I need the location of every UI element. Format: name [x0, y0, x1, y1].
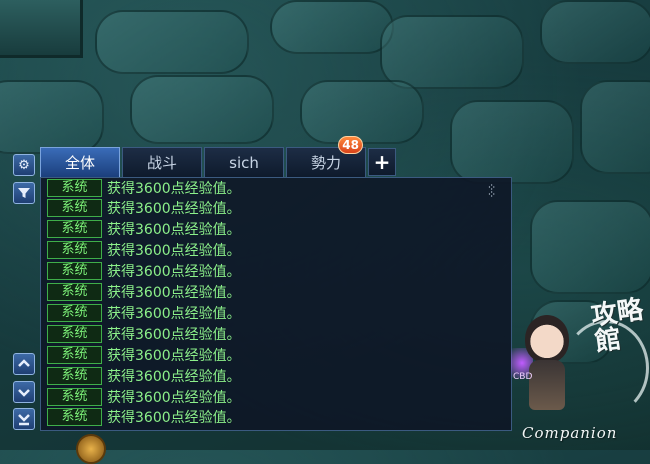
channel-tag[interactable]: 系统 [47, 178, 102, 197]
channel-tag[interactable]: 系统 [47, 220, 102, 239]
message-text: 获得3600点经验值。 [107, 180, 241, 197]
tab-all[interactable]: 全体 [40, 147, 120, 177]
channel-tag[interactable]: 系统 [47, 408, 102, 427]
floor-stone [130, 75, 274, 144]
channel-tag[interactable]: 系统 [47, 387, 102, 406]
tab-sich[interactable]: sich [204, 147, 284, 177]
channel-tag[interactable]: 系统 [47, 199, 102, 218]
channel-tag[interactable]: 系统 [47, 262, 102, 281]
chat-message-row: 系统 获得3600点经验值。 [47, 198, 241, 219]
chevron-down-icon [18, 389, 30, 397]
message-text: 获得3600点经验值。 [107, 201, 241, 218]
resize-grip-icon[interactable]: ⁘ ⁘ [487, 182, 501, 200]
message-text: 获得3600点经验值。 [107, 389, 241, 406]
tab-faction[interactable]: 勢力 48 [286, 136, 366, 177]
scroll-down-button[interactable] [13, 381, 35, 403]
floor-stone [530, 200, 650, 294]
floor-stone [300, 80, 424, 144]
message-text: 获得3600点经验值。 [107, 285, 241, 301]
chat-message-row: 系统 获得3600点经验值。 [47, 386, 241, 407]
floor-stone [450, 100, 574, 184]
chat-message-row: 系统 获得3600点经验值。 [47, 323, 241, 344]
channel-tag[interactable]: 系统 [47, 345, 102, 364]
message-text: 获得3600点经验值。 [107, 347, 241, 364]
stone-pillar [0, 0, 83, 58]
chat-tab-bar: 全体 战斗 sich 勢力 48 + [40, 136, 396, 177]
tab-combat[interactable]: 战斗 [122, 147, 202, 177]
message-text: 获得3600点经验值。 [107, 243, 241, 260]
message-text: 获得3600点经验值。 [107, 305, 241, 322]
scroll-to-bottom-button[interactable] [13, 408, 35, 430]
companion-watermark: CBD 攻略館 Companion [505, 295, 650, 450]
channel-tag[interactable]: 系统 [47, 366, 102, 385]
chat-message-row: 系统 获得3600点经验值。 [47, 302, 241, 323]
message-text: 获得3600点经验值。 [107, 326, 241, 343]
chibi-character-head [525, 315, 569, 363]
compass-icon[interactable] [76, 434, 106, 464]
chat-filter-button[interactable] [13, 182, 35, 204]
floor-stone [270, 0, 394, 54]
chibi-character-body [529, 360, 565, 410]
unread-count-badge: 48 [338, 136, 363, 154]
message-text: 获得3600点经验值。 [107, 368, 241, 385]
tab-label: 勢力 [310, 154, 341, 172]
chat-message-row: 系统 获得3600点经验值。 [47, 261, 241, 282]
companion-label: Companion [522, 424, 618, 442]
floor-stone [540, 0, 650, 64]
tab-label: 战斗 [146, 154, 177, 172]
filter-icon [18, 188, 30, 198]
add-tab-button[interactable]: + [368, 148, 396, 176]
message-text: 获得3600点经验值。 [107, 264, 241, 281]
channel-tag[interactable]: 系统 [47, 303, 102, 322]
floor-stone [95, 10, 249, 74]
channel-tag[interactable]: 系统 [47, 283, 102, 301]
chat-message-row: 系统 获得3600点经验值。 [47, 407, 241, 428]
message-text: 获得3600点经验值。 [107, 222, 241, 239]
chat-log-panel[interactable]: ⁘ ⁘ 系统 获得3600点经验值。 系统 获得3600点经验值。 系统 获得3600点经验… [40, 177, 512, 431]
chevron-up-icon [18, 359, 30, 367]
channel-tag[interactable]: 系统 [47, 241, 102, 260]
chat-message-row: 系统 获得3600点经验值。 [47, 344, 241, 365]
chat-message-row: 系统 获得3600点经验值。 [47, 282, 241, 303]
channel-tag[interactable]: 系统 [47, 324, 102, 343]
tab-label: 全体 [64, 154, 95, 172]
chibi-tag-text: CBD [513, 372, 533, 382]
message-text: 获得3600点经验值。 [107, 410, 241, 427]
chat-message-row: 系统 获得3600点经验值。 [47, 240, 241, 261]
chat-message-row: 系统 获得3600点经验值。 [47, 365, 241, 386]
plus-icon: + [373, 150, 391, 174]
gear-icon: ⚙ [18, 158, 30, 173]
scroll-to-bottom-icon [18, 414, 30, 426]
floor-stone [0, 80, 104, 154]
tab-label: sich [229, 154, 259, 172]
logo-calligraphy: 攻略館 [589, 294, 646, 358]
chat-message-row: 系统 获得3600点经验值。 [47, 178, 241, 198]
scroll-up-button[interactable] [13, 353, 35, 375]
floor-stone [580, 80, 650, 174]
chat-settings-button[interactable]: ⚙ [13, 154, 35, 176]
chat-message-row: 系统 获得3600点经验值。 [47, 219, 241, 240]
floor-stone [380, 15, 524, 89]
